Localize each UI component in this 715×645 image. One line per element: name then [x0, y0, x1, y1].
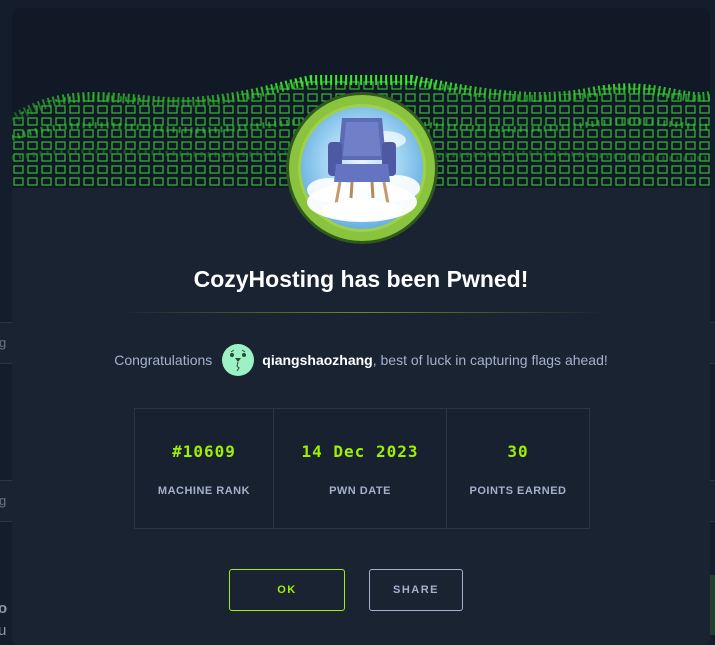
congratulations-message: Congratulations qiangshaozhang , best of…	[12, 344, 710, 376]
stat-pwn-date: 14 Dec 2023 PWN DATE	[274, 409, 447, 528]
title-divider	[120, 312, 604, 313]
background-input-fragment: g	[0, 322, 12, 364]
user-avatar[interactable]	[222, 344, 255, 376]
stat-value: 30	[507, 442, 529, 461]
robot-face-icon	[230, 349, 247, 372]
congrats-prefix: Congratulations	[114, 352, 213, 368]
stat-label: PWN DATE	[329, 485, 391, 497]
background-text-fragment: o u	[0, 600, 8, 639]
pwned-modal: CozyHosting has been Pwned! Congratulati…	[12, 8, 710, 645]
background-input-fragment: g	[0, 480, 12, 522]
stat-value: 14 Dec 2023	[301, 442, 419, 461]
pwned-title: CozyHosting has been Pwned!	[193, 266, 529, 292]
stat-label: POINTS EARNED	[469, 485, 567, 497]
stat-label: MACHINE RANK	[157, 485, 251, 497]
armchair-icon	[286, 92, 438, 244]
congrats-suffix: , best of luck in capturing flags ahead!	[372, 352, 608, 368]
stat-value: #10609	[172, 442, 236, 461]
stats-panel: #10609 MACHINE RANK 14 Dec 2023 PWN DATE…	[134, 408, 590, 529]
share-button[interactable]: SHARE	[369, 569, 463, 611]
username-link[interactable]: qiangshaozhang	[262, 352, 372, 368]
stat-machine-rank: #10609 MACHINE RANK	[135, 409, 274, 528]
ok-button[interactable]: OK	[229, 569, 345, 611]
stat-points-earned: 30 POINTS EARNED	[447, 409, 589, 528]
machine-badge	[284, 90, 440, 246]
